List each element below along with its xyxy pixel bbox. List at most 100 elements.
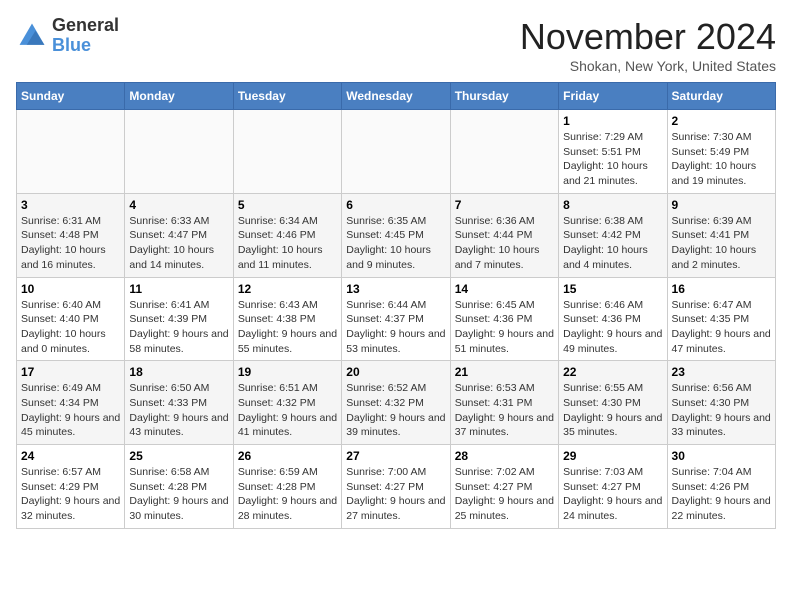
calendar-week-row: 1Sunrise: 7:29 AM Sunset: 5:51 PM Daylig… bbox=[17, 110, 776, 194]
day-number: 22 bbox=[563, 365, 662, 379]
day-number: 18 bbox=[129, 365, 228, 379]
day-info: Sunrise: 6:49 AM Sunset: 4:34 PM Dayligh… bbox=[21, 381, 120, 440]
calendar-cell: 22 Sunrise: 6:55 AM Sunset: 4:30 PM Dayli… bbox=[559, 361, 667, 445]
day-info: Sunrise: 7:30 AM Sunset: 5:49 PM Dayligh… bbox=[672, 130, 771, 189]
calendar-cell: 14 Sunrise: 6:45 AM Sunset: 4:36 PM Dayli… bbox=[450, 277, 558, 361]
day-info: Sunrise: 6:34 AM Sunset: 4:46 PM Dayligh… bbox=[238, 214, 337, 273]
day-number: 30 bbox=[672, 449, 771, 463]
calendar-cell: 21 Sunrise: 6:53 AM Sunset: 4:31 PM Dayli… bbox=[450, 361, 558, 445]
logo-blue-text: Blue bbox=[52, 35, 91, 55]
calendar-cell: 26Sunrise: 6:59 AM Sunset: 4:28 PM Dayli… bbox=[233, 445, 341, 529]
logo: General Blue bbox=[16, 16, 119, 56]
day-number: 4 bbox=[129, 198, 228, 212]
calendar-cell: 15Sunrise: 6:46 AM Sunset: 4:36 PM Dayli… bbox=[559, 277, 667, 361]
day-info: Sunrise: 6:56 AM Sunset: 4:30 PM Dayligh… bbox=[672, 381, 771, 440]
calendar-cell: 1Sunrise: 7:29 AM Sunset: 5:51 PM Daylig… bbox=[559, 110, 667, 194]
day-info: Sunrise: 6:50 AM Sunset: 4:33 PM Dayligh… bbox=[129, 381, 228, 440]
day-info: Sunrise: 6:31 AM Sunset: 4:48 PM Dayligh… bbox=[21, 214, 120, 273]
calendar-cell bbox=[17, 110, 125, 194]
day-info: Sunrise: 6:52 AM Sunset: 4:32 PM Dayligh… bbox=[346, 381, 445, 440]
day-info: Sunrise: 6:36 AM Sunset: 4:44 PM Dayligh… bbox=[455, 214, 554, 273]
calendar-cell: 6 Sunrise: 6:35 AM Sunset: 4:45 PM Daylig… bbox=[342, 193, 450, 277]
calendar-week-row: 17 Sunrise: 6:49 AM Sunset: 4:34 PM Dayli… bbox=[17, 361, 776, 445]
day-info: Sunrise: 6:43 AM Sunset: 4:38 PM Dayligh… bbox=[238, 298, 337, 357]
day-info: Sunrise: 6:35 AM Sunset: 4:45 PM Dayligh… bbox=[346, 214, 445, 273]
calendar-cell: 2 Sunrise: 7:30 AM Sunset: 5:49 PM Daylig… bbox=[667, 110, 775, 194]
calendar-cell: 10 Sunrise: 6:40 AM Sunset: 4:40 PM Dayli… bbox=[17, 277, 125, 361]
day-number: 8 bbox=[563, 198, 662, 212]
day-info: Sunrise: 6:33 AM Sunset: 4:47 PM Dayligh… bbox=[129, 214, 228, 273]
weekday-header: Wednesday bbox=[342, 83, 450, 110]
calendar-cell: 17 Sunrise: 6:49 AM Sunset: 4:34 PM Dayli… bbox=[17, 361, 125, 445]
calendar-cell: 27Sunrise: 7:00 AM Sunset: 4:27 PM Dayli… bbox=[342, 445, 450, 529]
calendar-cell bbox=[125, 110, 233, 194]
weekday-header: Thursday bbox=[450, 83, 558, 110]
calendar-cell: 11Sunrise: 6:41 AM Sunset: 4:39 PM Dayli… bbox=[125, 277, 233, 361]
day-info: Sunrise: 6:57 AM Sunset: 4:29 PM Dayligh… bbox=[21, 465, 120, 524]
day-info: Sunrise: 6:44 AM Sunset: 4:37 PM Dayligh… bbox=[346, 298, 445, 357]
day-info: Sunrise: 7:29 AM Sunset: 5:51 PM Dayligh… bbox=[563, 130, 662, 189]
weekday-header: Sunday bbox=[17, 83, 125, 110]
calendar-header: SundayMondayTuesdayWednesdayThursdayFrid… bbox=[17, 83, 776, 110]
weekday-header: Monday bbox=[125, 83, 233, 110]
day-info: Sunrise: 6:53 AM Sunset: 4:31 PM Dayligh… bbox=[455, 381, 554, 440]
weekday-header: Saturday bbox=[667, 83, 775, 110]
day-info: Sunrise: 6:40 AM Sunset: 4:40 PM Dayligh… bbox=[21, 298, 120, 357]
day-number: 7 bbox=[455, 198, 554, 212]
day-number: 10 bbox=[21, 282, 120, 296]
day-number: 16 bbox=[672, 282, 771, 296]
calendar-cell bbox=[233, 110, 341, 194]
day-number: 6 bbox=[346, 198, 445, 212]
day-info: Sunrise: 7:00 AM Sunset: 4:27 PM Dayligh… bbox=[346, 465, 445, 524]
calendar-week-row: 24 Sunrise: 6:57 AM Sunset: 4:29 PM Dayli… bbox=[17, 445, 776, 529]
month-title: November 2024 bbox=[520, 16, 776, 58]
day-info: Sunrise: 7:03 AM Sunset: 4:27 PM Dayligh… bbox=[563, 465, 662, 524]
calendar-cell: 30Sunrise: 7:04 AM Sunset: 4:26 PM Dayli… bbox=[667, 445, 775, 529]
calendar-cell: 9 Sunrise: 6:39 AM Sunset: 4:41 PM Daylig… bbox=[667, 193, 775, 277]
logo-icon bbox=[16, 20, 48, 52]
day-number: 24 bbox=[21, 449, 120, 463]
day-info: Sunrise: 6:55 AM Sunset: 4:30 PM Dayligh… bbox=[563, 381, 662, 440]
day-number: 17 bbox=[21, 365, 120, 379]
day-info: Sunrise: 6:51 AM Sunset: 4:32 PM Dayligh… bbox=[238, 381, 337, 440]
day-number: 15 bbox=[563, 282, 662, 296]
calendar-cell bbox=[450, 110, 558, 194]
calendar-cell: 16 Sunrise: 6:47 AM Sunset: 4:35 PM Dayli… bbox=[667, 277, 775, 361]
calendar-week-row: 10 Sunrise: 6:40 AM Sunset: 4:40 PM Dayli… bbox=[17, 277, 776, 361]
day-info: Sunrise: 6:59 AM Sunset: 4:28 PM Dayligh… bbox=[238, 465, 337, 524]
calendar-table: SundayMondayTuesdayWednesdayThursdayFrid… bbox=[16, 82, 776, 529]
calendar-cell: 19 Sunrise: 6:51 AM Sunset: 4:32 PM Dayli… bbox=[233, 361, 341, 445]
day-number: 3 bbox=[21, 198, 120, 212]
calendar-cell: 20 Sunrise: 6:52 AM Sunset: 4:32 PM Dayli… bbox=[342, 361, 450, 445]
day-number: 2 bbox=[672, 114, 771, 128]
calendar-cell: 24 Sunrise: 6:57 AM Sunset: 4:29 PM Dayli… bbox=[17, 445, 125, 529]
day-number: 12 bbox=[238, 282, 337, 296]
calendar-week-row: 3 Sunrise: 6:31 AM Sunset: 4:48 PM Daylig… bbox=[17, 193, 776, 277]
calendar-cell: 25Sunrise: 6:58 AM Sunset: 4:28 PM Dayli… bbox=[125, 445, 233, 529]
day-info: Sunrise: 6:39 AM Sunset: 4:41 PM Dayligh… bbox=[672, 214, 771, 273]
day-number: 21 bbox=[455, 365, 554, 379]
weekday-header: Friday bbox=[559, 83, 667, 110]
day-number: 23 bbox=[672, 365, 771, 379]
day-info: Sunrise: 6:38 AM Sunset: 4:42 PM Dayligh… bbox=[563, 214, 662, 273]
day-number: 14 bbox=[455, 282, 554, 296]
calendar-cell: 3 Sunrise: 6:31 AM Sunset: 4:48 PM Daylig… bbox=[17, 193, 125, 277]
day-info: Sunrise: 6:47 AM Sunset: 4:35 PM Dayligh… bbox=[672, 298, 771, 357]
day-number: 20 bbox=[346, 365, 445, 379]
calendar-cell: 7 Sunrise: 6:36 AM Sunset: 4:44 PM Daylig… bbox=[450, 193, 558, 277]
day-info: Sunrise: 6:45 AM Sunset: 4:36 PM Dayligh… bbox=[455, 298, 554, 357]
calendar-cell: 13 Sunrise: 6:44 AM Sunset: 4:37 PM Dayli… bbox=[342, 277, 450, 361]
calendar-cell: 8 Sunrise: 6:38 AM Sunset: 4:42 PM Daylig… bbox=[559, 193, 667, 277]
calendar-cell: 23 Sunrise: 6:56 AM Sunset: 4:30 PM Dayli… bbox=[667, 361, 775, 445]
day-number: 29 bbox=[563, 449, 662, 463]
day-number: 19 bbox=[238, 365, 337, 379]
calendar-cell: 4 Sunrise: 6:33 AM Sunset: 4:47 PM Daylig… bbox=[125, 193, 233, 277]
day-number: 13 bbox=[346, 282, 445, 296]
day-number: 28 bbox=[455, 449, 554, 463]
calendar-cell: 28Sunrise: 7:02 AM Sunset: 4:27 PM Dayli… bbox=[450, 445, 558, 529]
calendar-cell: 5Sunrise: 6:34 AM Sunset: 4:46 PM Daylig… bbox=[233, 193, 341, 277]
calendar-cell: 18 Sunrise: 6:50 AM Sunset: 4:33 PM Dayli… bbox=[125, 361, 233, 445]
calendar-cell: 29 Sunrise: 7:03 AM Sunset: 4:27 PM Dayli… bbox=[559, 445, 667, 529]
day-info: Sunrise: 6:41 AM Sunset: 4:39 PM Dayligh… bbox=[129, 298, 228, 357]
day-number: 9 bbox=[672, 198, 771, 212]
